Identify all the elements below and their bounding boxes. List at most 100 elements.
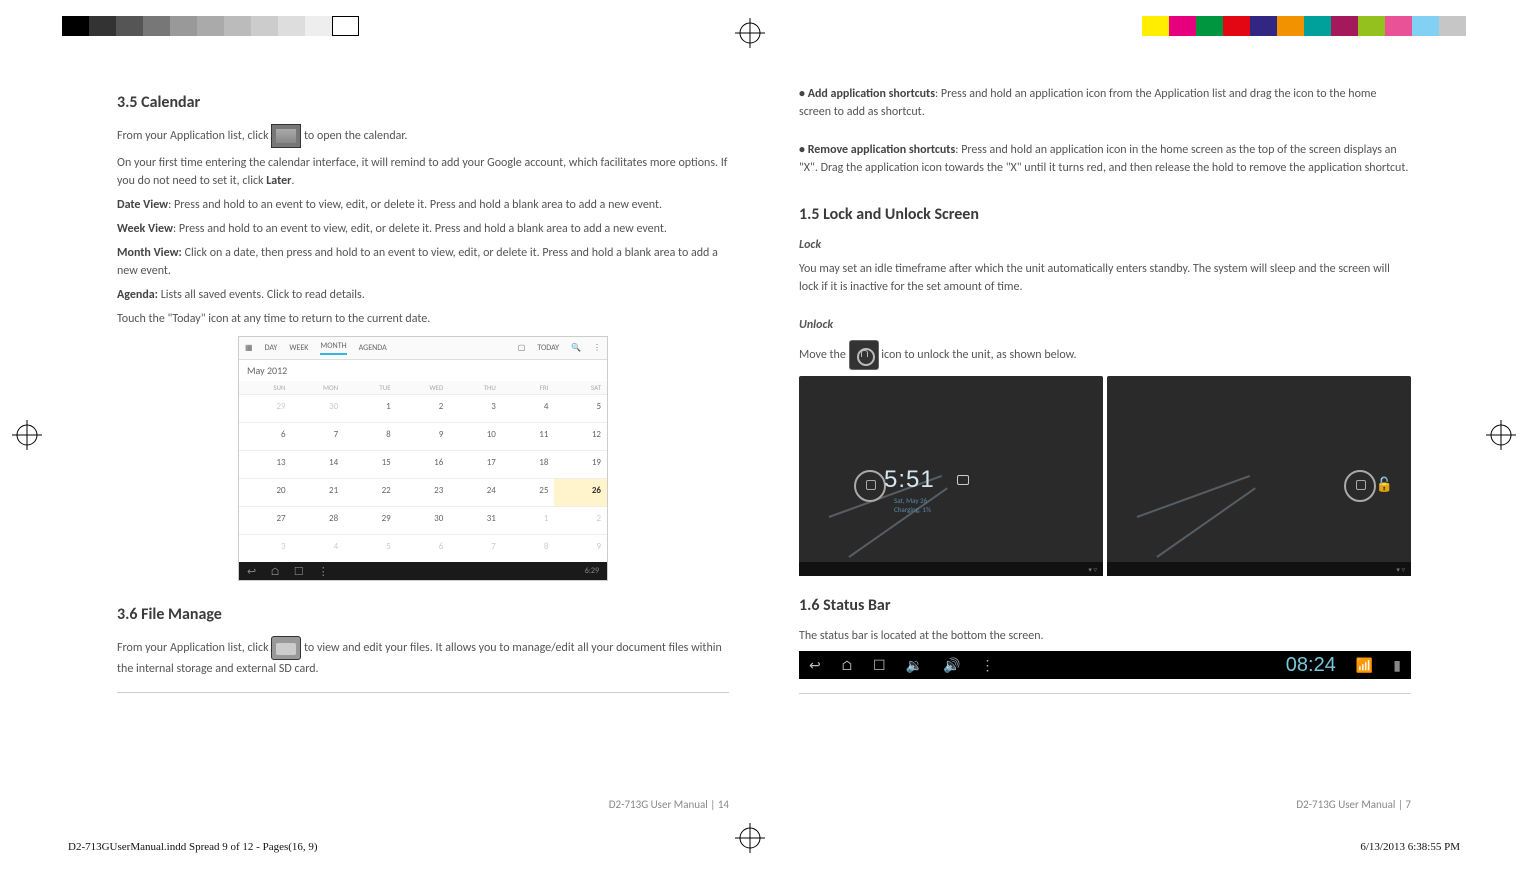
cal-cell: 5 (344, 534, 397, 562)
calendar-screenshot: ▦ DAY WEEK MONTH AGENDA ▢ TODAY 🔍 ⋮ May … (238, 336, 608, 581)
remove-shortcut: • Remove application shortcuts: Press an… (799, 141, 1411, 177)
calendar-toolbar: ▦ DAY WEEK MONTH AGENDA ▢ TODAY 🔍 ⋮ (239, 337, 607, 360)
cal-cell: 25 (502, 478, 555, 506)
cal-cell: 9 (397, 422, 450, 450)
cal-open-text: From your Application list, click to ope… (117, 124, 729, 148)
today-text: Touch the "Today" icon at any time to re… (117, 310, 729, 328)
cal-cell: 11 (502, 422, 555, 450)
file-manage-text: From your Application list, click to vie… (117, 636, 729, 678)
cal-cell: 1 (344, 394, 397, 422)
cal-cell: 8 (502, 534, 555, 562)
text: Click on a date, then press and hold to … (117, 246, 718, 278)
lock-icon (849, 340, 879, 370)
today-label: TODAY (537, 343, 559, 353)
tab-month: MONTH (320, 341, 346, 355)
unlock-navbar: ▾ ▿ (1107, 562, 1411, 576)
colorbar-left (62, 16, 359, 36)
cal-cell: 2 (554, 506, 607, 534)
cal-cell: 27 (239, 506, 292, 534)
cal-cell: 3 (239, 534, 292, 562)
page-footer-left: D2-713G User Manual | 14 (609, 798, 729, 811)
unlock-screenshots: 5:51 Sat, May 26Charging, 1% ▾ ▿ 🔓 ▾ ▿ (799, 376, 1411, 576)
cal-cell: 12 (554, 422, 607, 450)
registration-mark-right (1486, 420, 1516, 450)
lockscreen-sub: Sat, May 26Charging, 1% (894, 496, 931, 514)
cal-cell: 18 (502, 450, 555, 478)
cal-cell: 22 (344, 478, 397, 506)
divider (799, 693, 1411, 694)
recents-icon: ☐ (294, 565, 304, 578)
battery-icon: ▮ (1393, 657, 1401, 674)
text: From your Application list, click (117, 129, 271, 143)
print-file: D2-713GUserManual.indd Spread 9 of 12 - … (68, 841, 318, 853)
text: Move the (799, 348, 849, 362)
print-info: D2-713GUserManual.indd Spread 9 of 12 - … (68, 841, 1460, 853)
text: : Press and hold to an event to view, ed… (168, 198, 662, 212)
cal-cell: 8 (344, 422, 397, 450)
calendar-app-icon: ▦ (245, 343, 253, 353)
cal-cell: 24 (449, 478, 502, 506)
text: On your first time entering the calendar… (117, 156, 727, 188)
camera-icon (957, 475, 969, 485)
cal-cell: 4 (292, 534, 345, 562)
cal-cell: 20 (239, 478, 292, 506)
text: From your Application list, click (117, 641, 271, 655)
cal-cell: 31 (449, 506, 502, 534)
content: 3.5 Calendar From your Application list,… (82, 85, 1446, 811)
heading-lock: 1.5 Lock and Unlock Screen (799, 205, 1411, 224)
cal-header: FRI (502, 381, 555, 394)
cal-cell: 9 (554, 534, 607, 562)
folder-icon (271, 636, 301, 660)
tab-agenda: AGENDA (359, 343, 387, 353)
text: Lists all saved events. Click to read de… (158, 288, 365, 302)
cal-cell: 28 (292, 506, 345, 534)
cal-header: SUN (239, 381, 292, 394)
text: icon to unlock the unit, as shown below. (881, 348, 1076, 362)
menu-icon: ⋮ (980, 657, 994, 674)
menu-icon: ⋮ (593, 343, 601, 353)
calendar-navbar: ↩ ⌂ ☐ ⋮ 6:29 (239, 562, 607, 580)
cal-cell: 2 (397, 394, 450, 422)
cal-cell: 30 (292, 394, 345, 422)
unlock-screenshot-2: 🔓 ▾ ▿ (1107, 376, 1411, 576)
unlock-icon: 🔓 (1376, 476, 1393, 493)
cal-cell: 6 (397, 534, 450, 562)
cal-cell: 7 (292, 422, 345, 450)
date-view: Date View: Press and hold to an event to… (117, 196, 729, 214)
unlock-text: Move the icon to unlock the unit, as sho… (799, 340, 1411, 370)
label: • Remove application shortcuts (799, 143, 955, 157)
label: Week View (117, 222, 173, 236)
label: Date View (117, 198, 168, 212)
lock-ring-icon (1344, 470, 1376, 502)
cal-cell: 30 (397, 506, 450, 534)
cal-cell: 4 (502, 394, 555, 422)
registration-mark-left (12, 420, 42, 450)
label: • Add application shortcuts (799, 87, 935, 101)
status-time: 08:24 (1286, 654, 1336, 677)
cal-first-text: On your first time entering the calendar… (117, 154, 729, 190)
text: to open the calendar. (304, 129, 407, 143)
calendar-grid: SUNMONTUEWEDTHUFRISAT2930123456789101112… (239, 381, 607, 562)
text-bold: Later (266, 174, 291, 188)
cal-header: THU (449, 381, 502, 394)
search-icon: 🔍 (571, 343, 581, 353)
unlock-screenshot-1: 5:51 Sat, May 26Charging, 1% ▾ ▿ (799, 376, 1103, 576)
menu-icon: ⋮ (318, 565, 329, 578)
tab-day: DAY (265, 343, 278, 353)
unlock-label: Unlock (799, 316, 1411, 334)
lock-ring-icon (854, 470, 886, 502)
status-text: The status bar is located at the bottom … (799, 627, 1411, 645)
month-view: Month View: Click on a date, then press … (117, 244, 729, 280)
tab-week: WEEK (289, 343, 308, 353)
agenda: Agenda: Lists all saved events. Click to… (117, 286, 729, 304)
status-bar-screenshot: ↩ ⌂ ☐ 🔉 🔊 ⋮ 08:24 📶 ▮ (799, 651, 1411, 679)
cal-cell: 29 (239, 394, 292, 422)
label: Month View: (117, 246, 182, 260)
cal-cell: 16 (397, 450, 450, 478)
cal-cell: 29 (344, 506, 397, 534)
registration-mark-top (735, 18, 765, 48)
back-icon: ↩ (247, 565, 256, 578)
volume-up-icon: 🔊 (943, 657, 960, 674)
add-shortcut: • Add application shortcuts: Press and h… (799, 85, 1411, 121)
text: : Press and hold to an event to view, ed… (173, 222, 667, 236)
